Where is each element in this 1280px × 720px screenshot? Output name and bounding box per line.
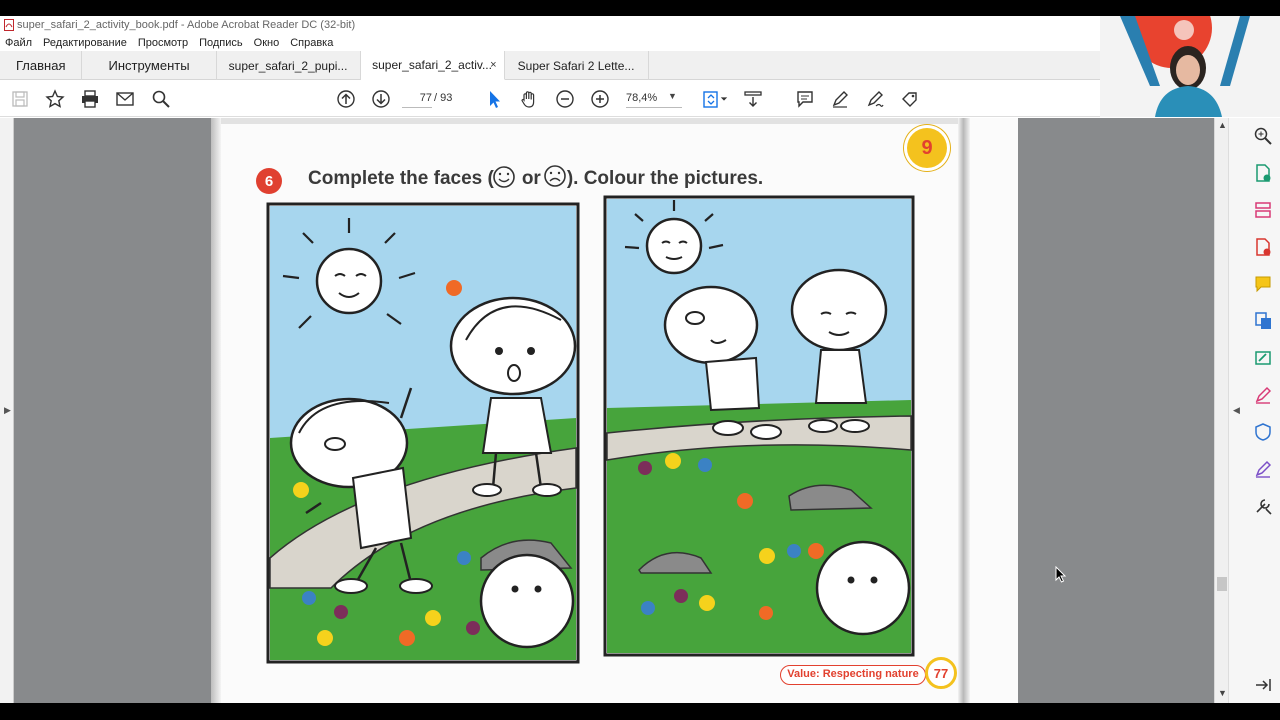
zoom-dropdown-icon[interactable]: ▼ [668,91,677,101]
chevron-down-icon[interactable] [719,88,729,110]
collapse-tools-pane-icon[interactable] [1251,673,1275,697]
star-icon[interactable] [44,88,66,110]
menu-edit[interactable]: Редактирование [43,37,127,49]
tab-doc-pupils-book[interactable]: super_safari_2_pupi... [217,51,361,80]
tab-close-icon[interactable]: × [490,59,496,71]
right-picture-panel [603,195,915,657]
book-spine-shadow [958,118,970,703]
convert-icon[interactable] [1251,309,1275,333]
save-icon[interactable] [9,88,31,110]
share-icon[interactable] [899,88,921,110]
title-bar: super_safari_2_activity_book.pdf - Adobe… [0,16,1100,34]
tab-bar: Главная Инструменты super_safari_2_pupi.… [0,51,1280,80]
vertical-scrollbar[interactable]: ▲ ▼ [1214,118,1228,703]
menu-sign[interactable]: Подпись [199,37,243,49]
scroll-up-icon[interactable]: ▲ [1218,120,1227,130]
webcam-overlay [1100,16,1280,117]
page-illustration [211,118,1018,703]
activity-instruction: Complete the faces ( or ). Colour the pict… [308,168,763,190]
page-left-shadow [211,118,221,703]
mail-icon[interactable] [114,88,136,110]
organize-pages-icon[interactable] [1251,198,1275,222]
arrow-up-icon[interactable] [335,88,357,110]
protect-icon[interactable] [1251,420,1275,444]
pdf-file-icon [4,19,14,31]
pen-icon[interactable] [829,88,851,110]
arrow-down-icon[interactable] [370,88,392,110]
page-number-badge: 77 [925,657,957,689]
mouse-cursor-icon [1055,566,1067,583]
more-tools-icon[interactable] [1251,494,1275,518]
unit-badge: 9 [907,128,947,168]
search-icon[interactable] [150,88,172,110]
tab-tools[interactable]: Инструменты [82,51,217,80]
screen-top-border [0,0,1280,16]
pdf-page: 6 Complete the faces ( or ). Colour the pi… [211,118,1018,703]
menu-bar: Файл Редактирование Просмотр Подпись Окн… [0,34,1100,51]
instruction-text-or: or [521,168,541,189]
menu-help[interactable]: Справка [290,37,333,49]
tab-doc-label: Super Safari 2 Lette... [517,58,635,73]
tools-pane: ◀ [1228,118,1280,703]
left-pane-collapse[interactable]: ▶ [0,118,14,703]
fill-sign-icon[interactable] [1251,383,1275,407]
menu-window[interactable]: Окно [254,37,280,49]
left-picture-panel [266,202,580,664]
screen-bottom-border [0,703,1280,720]
export-pdf-icon[interactable] [1251,235,1275,259]
expand-left-icon[interactable]: ▶ [4,405,11,416]
tab-doc-label: super_safari_2_pupi... [228,58,348,73]
comment-tool-icon[interactable] [1251,272,1275,296]
acrobat-window: super_safari_2_activity_book.pdf - Adobe… [0,0,1280,720]
instruction-text-2: ). Colour the pictures. [566,168,764,189]
menu-view[interactable]: Просмотр [138,37,188,49]
menu-file[interactable]: Файл [5,37,32,49]
collapse-right-icon[interactable]: ◀ [1233,405,1240,416]
value-label: Value: Respecting nature [780,665,926,685]
tab-doc-activity-book[interactable]: super_safari_2_activ... × [360,51,505,80]
scroll-mode-icon[interactable] [742,88,764,110]
create-pdf-icon[interactable] [1251,161,1275,185]
edit-pdf-icon[interactable] [1251,346,1275,370]
activity-number-badge: 6 [256,168,282,194]
zoom-tool-icon[interactable] [1251,124,1275,148]
page-number-input[interactable]: 77 [402,88,432,108]
page-total: / 93 [434,92,453,104]
print-icon[interactable] [79,88,101,110]
tab-doc-label: super_safari_2_activ... [372,58,492,72]
scrollbar-thumb[interactable] [1217,577,1227,591]
instruction-text-1: Complete the faces ( [308,168,494,189]
window-title: super_safari_2_activity_book.pdf - Adobe… [17,19,356,31]
tab-home[interactable]: Главная [0,51,83,80]
tab-doc-letters[interactable]: Super Safari 2 Lette... [505,51,649,80]
zoom-in-icon[interactable] [589,88,611,110]
zoom-out-icon[interactable] [554,88,576,110]
select-cursor-icon[interactable] [483,88,505,110]
comment-icon[interactable] [794,88,816,110]
request-signature-icon[interactable] [1251,457,1275,481]
webcam-video [1100,16,1280,117]
scroll-down-icon[interactable]: ▼ [1218,688,1227,698]
hand-icon[interactable] [518,88,540,110]
sign-icon[interactable] [864,88,886,110]
